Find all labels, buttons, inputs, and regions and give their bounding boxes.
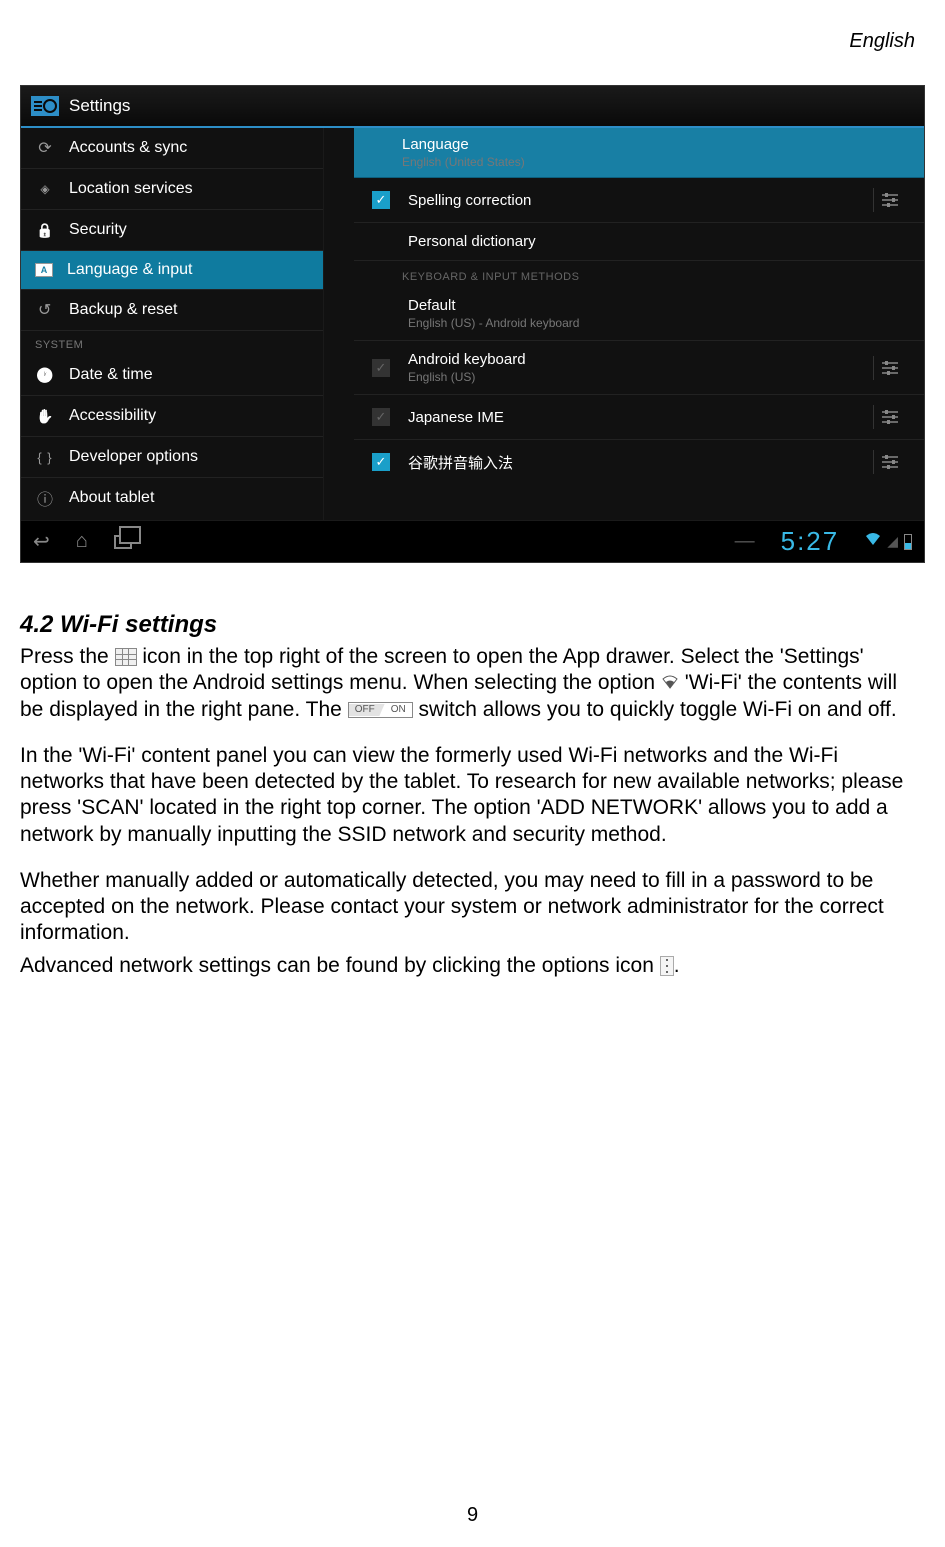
paragraph-4: Advanced network settings can be found b… — [20, 953, 925, 979]
personal-dictionary-setting[interactable]: Personal dictionary — [354, 223, 924, 261]
sidebar-item-label: Security — [69, 221, 127, 239]
sidebar-item-backup-reset[interactable]: Backup & reset — [21, 290, 323, 331]
android-kb-value: English (US) — [408, 370, 863, 384]
settings-app-icon — [31, 96, 59, 116]
settings-sliders-icon[interactable] — [873, 450, 906, 474]
wifi-status-icon — [865, 532, 881, 551]
sidebar-item-label: Accessibility — [69, 407, 156, 425]
braces-icon — [35, 447, 55, 467]
page-number: 9 — [467, 1504, 478, 1527]
signal-icon: ◢ — [887, 533, 898, 550]
keyboard-section-header: KEYBOARD & INPUT METHODS — [324, 261, 924, 287]
sidebar-item-date-time[interactable]: Date & time — [21, 355, 323, 396]
section-title: 4.2 Wi-Fi settings — [20, 610, 925, 640]
recent-apps-icon[interactable] — [114, 535, 132, 549]
info-icon — [35, 488, 55, 508]
options-menu-icon — [660, 956, 674, 976]
japanese-title: Japanese IME — [408, 409, 863, 426]
status-icons: ◢ — [865, 532, 912, 551]
title-bar: Settings — [21, 86, 924, 128]
sidebar-item-label: Accounts & sync — [69, 139, 187, 157]
sidebar-item-accounts-sync[interactable]: Accounts & sync — [21, 128, 323, 169]
sidebar-section-system: SYSTEM — [21, 331, 323, 355]
sidebar-item-label: About tablet — [69, 489, 154, 507]
sidebar-item-label: Location services — [69, 180, 193, 198]
default-keyboard-setting[interactable]: Default English (US) - Android keyboard — [354, 287, 924, 341]
sync-icon — [35, 138, 55, 158]
navigation-bar: — 5:27 ◢ — [21, 520, 924, 562]
language-setting[interactable]: Language English (United States) — [354, 128, 924, 178]
default-kb-title: Default — [408, 297, 906, 314]
checkbox-checked-icon[interactable]: ✓ — [372, 191, 390, 209]
language-value: English (United States) — [402, 155, 906, 169]
spelling-title: Spelling correction — [408, 192, 863, 209]
paragraph-2: In the 'Wi-Fi' content panel you can vie… — [20, 743, 925, 848]
android-keyboard-setting[interactable]: ✓ Android keyboard English (US) — [354, 341, 924, 395]
paragraph-1: Press the icon in the top right of the s… — [20, 644, 925, 723]
sidebar-item-label: Developer options — [69, 448, 198, 466]
paragraph-3: Whether manually added or automatically … — [20, 868, 925, 947]
default-kb-value: English (US) - Android keyboard — [408, 316, 906, 330]
sidebar-item-language-input[interactable]: Language & input — [21, 251, 323, 290]
sidebar-item-label: Date & time — [69, 366, 153, 384]
clock-icon — [35, 365, 55, 385]
sidebar-item-accessibility[interactable]: Accessibility — [21, 396, 323, 437]
back-icon[interactable] — [33, 529, 50, 554]
location-icon — [35, 179, 55, 199]
minimize-icon: — — [735, 530, 755, 553]
settings-sliders-icon[interactable] — [873, 356, 906, 380]
sidebar-item-label: Language & input — [67, 261, 192, 279]
android-settings-screenshot: Settings Accounts & sync Location servic… — [20, 85, 925, 563]
japanese-ime-setting[interactable]: ✓ Japanese IME — [354, 395, 924, 440]
google-pinyin-setting[interactable]: ✓ 谷歌拼音输入法 — [354, 440, 924, 484]
app-drawer-icon — [115, 648, 137, 666]
language-icon — [35, 263, 53, 277]
settings-sliders-icon[interactable] — [873, 188, 906, 212]
battery-icon — [904, 534, 912, 550]
lock-icon — [35, 220, 55, 240]
checkbox-checked-icon[interactable]: ✓ — [372, 453, 390, 471]
settings-sliders-icon[interactable] — [873, 405, 906, 429]
wifi-icon — [661, 672, 679, 695]
page-header-language: English — [849, 30, 915, 53]
spelling-correction-setting[interactable]: ✓ Spelling correction — [354, 178, 924, 223]
dictionary-title: Personal dictionary — [408, 233, 906, 250]
sidebar-item-about-tablet[interactable]: About tablet — [21, 478, 323, 518]
settings-content-pane: Language English (United States) ✓ Spell… — [324, 128, 924, 520]
backup-icon — [35, 300, 55, 320]
home-icon[interactable] — [76, 530, 88, 553]
sidebar-item-label: Backup & reset — [69, 301, 178, 319]
pinyin-title: 谷歌拼音输入法 — [408, 452, 863, 473]
clock-time: 5:27 — [781, 526, 840, 557]
title-bar-text: Settings — [69, 96, 130, 116]
hand-icon — [35, 406, 55, 426]
settings-sidebar: Accounts & sync Location services Securi… — [21, 128, 324, 520]
document-body: 4.2 Wi-Fi settings Press the icon in the… — [20, 610, 925, 999]
sidebar-item-security[interactable]: Security — [21, 210, 323, 251]
sidebar-item-location[interactable]: Location services — [21, 169, 323, 210]
sidebar-item-developer[interactable]: Developer options — [21, 437, 323, 478]
android-kb-title: Android keyboard — [408, 351, 863, 368]
off-on-switch-icon: OFFON — [348, 702, 413, 719]
checkbox-dim-icon[interactable]: ✓ — [372, 408, 390, 426]
language-title: Language — [402, 136, 906, 153]
checkbox-dim-icon[interactable]: ✓ — [372, 359, 390, 377]
